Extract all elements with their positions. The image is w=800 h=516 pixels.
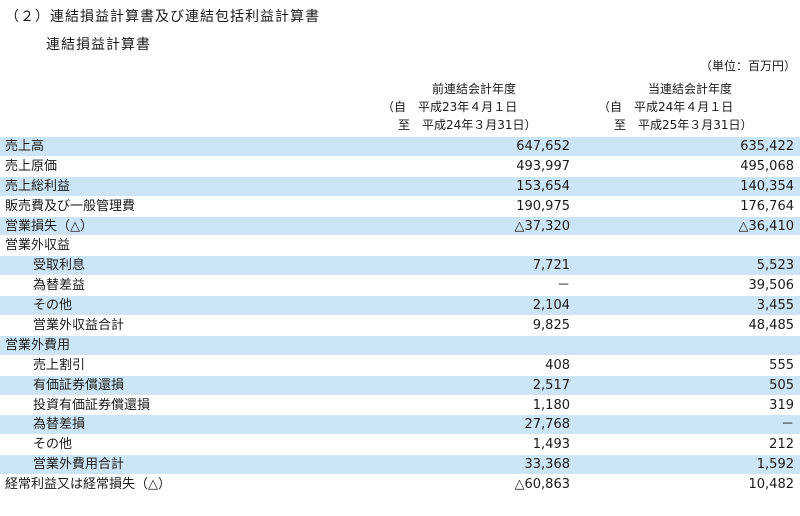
row-label: 営業外費用合計 — [33, 457, 125, 473]
current-year-value: 635,422 — [740, 139, 794, 154]
row-label: 投資有価証券償還損 — [33, 397, 151, 413]
prior-year-value: 27,768 — [524, 417, 571, 433]
current-year-value: 1,592 — [756, 457, 794, 473]
table-row: 経常利益又は経常損失（△） △60,863 10,482 — [0, 475, 800, 496]
row-label: 為替差益 — [33, 278, 86, 294]
prior-year-value: 7,721 — [532, 258, 570, 274]
row-label: 経常利益又は経常損失（△） — [5, 477, 171, 493]
column-header-current-year: 当連結会計年度 （自 平成24年４月１日 至 平成25年３月31日） — [590, 80, 790, 134]
statement-title: 連結損益計算書 — [46, 37, 151, 53]
prior-year-value: 647,652 — [516, 139, 570, 154]
table-row: 売上高 647,652 635,422 — [0, 137, 800, 157]
current-year-value: 140,354 — [740, 178, 794, 194]
table-row: 販売費及び一般管理費 190,975 176,764 — [0, 197, 800, 217]
row-label: 営業損失（△） — [5, 218, 93, 234]
table-row: 有価証券償還損 2,517 505 — [0, 375, 800, 396]
row-label: 売上割引 — [33, 357, 86, 373]
row-label: 売上原価 — [5, 158, 58, 174]
unit-label: （単位：百万円） — [699, 59, 796, 73]
row-label: 受取利息 — [33, 258, 86, 274]
current-year-value: 48,485 — [748, 318, 795, 334]
column-title: 当連結会計年度 — [647, 82, 732, 96]
current-year-value: 176,764 — [740, 198, 794, 214]
column-title: 前連結会計年度 — [431, 82, 516, 96]
current-year-value: 555 — [769, 357, 794, 373]
period-from: （自 平成24年４月１日 — [598, 100, 734, 114]
table-row: 営業外収益 — [0, 236, 800, 257]
table-row: 営業外費用 — [0, 335, 800, 356]
prior-year-value: 408 — [545, 357, 570, 373]
current-year-value: 5,523 — [756, 258, 794, 274]
prior-year-value: 1,180 — [532, 397, 570, 413]
current-year-value: 212 — [769, 437, 794, 453]
prior-year-value: 2,517 — [532, 377, 570, 393]
current-year-value: 495,068 — [740, 158, 794, 174]
prior-year-value: 190,975 — [516, 198, 570, 214]
prior-year-value: 9,825 — [532, 318, 570, 334]
current-year-value: 10,482 — [748, 477, 795, 493]
table-row: 営業外収益合計 9,825 48,485 — [0, 316, 800, 336]
table-row: その他 2,104 3,455 — [0, 296, 800, 317]
prior-year-value: － — [556, 278, 570, 294]
prior-year-value: 1,493 — [532, 437, 570, 453]
period-from: （自 平成23年４月１日 — [382, 100, 518, 114]
current-year-value: 3,455 — [756, 298, 794, 314]
period-to: 至 平成24年３月31日） — [398, 118, 537, 132]
row-label: 売上総利益 — [5, 178, 71, 194]
table-row: その他 1,493 212 — [0, 435, 800, 456]
current-year-value: △36,410 — [738, 218, 795, 234]
row-label: その他 — [33, 298, 73, 314]
table-row: 営業外費用合計 33,368 1,592 — [0, 455, 800, 476]
prior-year-value: 2,104 — [532, 298, 570, 314]
row-label: 有価証券償還損 — [33, 377, 125, 393]
period-to: 至 平成25年３月31日） — [614, 118, 753, 132]
table-row: 売上割引 408 555 — [0, 356, 800, 376]
table-row: 営業損失（△） △37,320 △36,410 — [0, 216, 800, 237]
table-row: 売上総利益 153,654 140,354 — [0, 176, 800, 197]
row-label: 営業外収益 — [5, 238, 71, 254]
current-year-value: 505 — [769, 377, 794, 393]
section-heading: （２）連結損益計算書及び連結包括利益計算書 — [5, 9, 320, 25]
table-row: 受取利息 7,721 5,523 — [0, 256, 800, 277]
table-row: 為替差損 27,768 － — [0, 415, 800, 436]
table-row: 為替差益 － 39,506 — [0, 276, 800, 297]
current-year-value: 39,506 — [748, 278, 795, 294]
row-label: 営業外収益合計 — [33, 318, 125, 334]
prior-year-value: 33,368 — [524, 457, 571, 473]
table-row: 投資有価証券償還損 1,180 319 — [0, 396, 800, 416]
prior-year-value: △60,863 — [514, 477, 571, 493]
row-label: 売上高 — [5, 139, 45, 154]
income-statement-table: 売上高 647,652 635,422 売上原価 493,997 495,068… — [0, 137, 800, 496]
prior-year-value: 153,654 — [516, 178, 570, 194]
current-year-value: － — [780, 417, 794, 433]
row-label: その他 — [33, 437, 73, 453]
current-year-value: 319 — [769, 397, 794, 413]
row-label: 営業外費用 — [5, 337, 71, 353]
prior-year-value: △37,320 — [514, 218, 571, 234]
row-label: 為替差損 — [33, 417, 86, 433]
row-label: 販売費及び一般管理費 — [5, 198, 136, 214]
prior-year-value: 493,997 — [516, 158, 570, 174]
column-header-prior-year: 前連結会計年度 （自 平成23年４月１日 至 平成24年３月31日） — [374, 80, 574, 134]
table-row: 売上原価 493,997 495,068 — [0, 157, 800, 177]
